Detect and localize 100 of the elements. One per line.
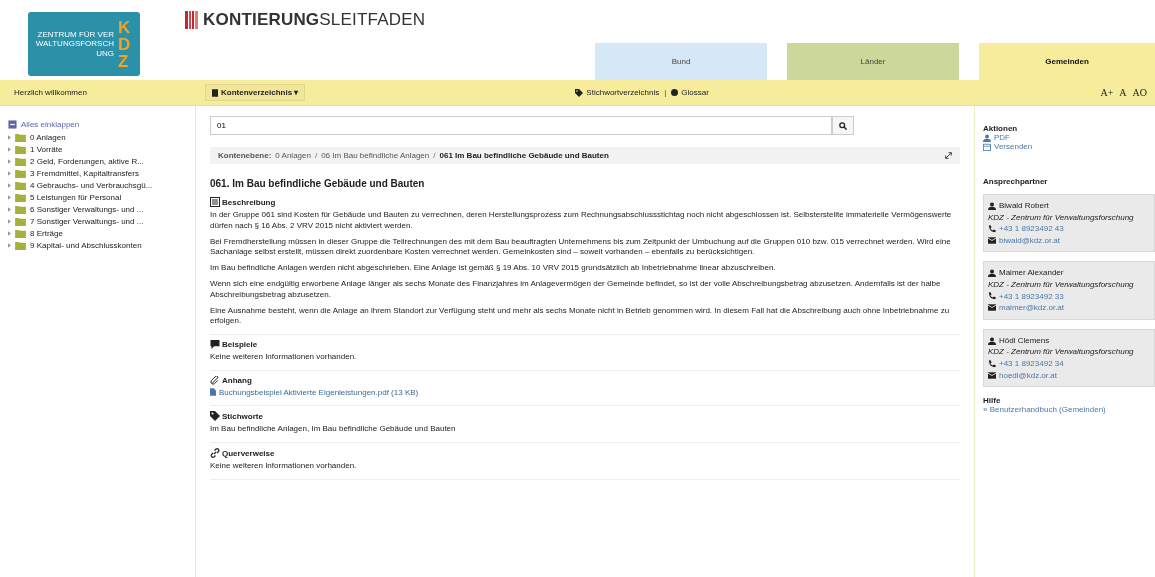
paragraph: In der Gruppe 061 sind Kosten für Gebäude und Bauten zu verrechnen, deren Herstellungsprozess zum Rechnungsabschlussstichtag noch nicht abgeschlossen ist. Selbsterstellte immaterielle Vermögenswerte dürfen nach § 16 Abs. 2 VRV 2015 nicht aktiviert werden. bbox=[210, 210, 953, 232]
organization-name: KDZ - Zentrum für Verwaltungsforschung bbox=[988, 346, 1135, 358]
speech-bubble-icon bbox=[210, 340, 220, 350]
expand-arrow-icon bbox=[8, 171, 11, 176]
phone-link[interactable]: +43 1 8923492 33 bbox=[999, 290, 1064, 303]
paragraph: Im Bau befindliche Anlagen werden nicht abgeschrieben. Eine Anlage ist gemäß § 19 Abs. 10 VRV 2015 grundsätzlich ab Inbetriebnahme linear abzuschreiben. bbox=[210, 263, 777, 274]
tag-icon bbox=[210, 411, 220, 422]
breadcrumb-item[interactable]: 06 Im Bau befindliche Anlagen bbox=[321, 151, 430, 160]
person-icon bbox=[988, 336, 996, 345]
search-field[interactable]: 01 bbox=[210, 116, 832, 135]
section-title: Beschreibung bbox=[222, 197, 276, 207]
search-button[interactable] bbox=[832, 116, 854, 135]
file-icon bbox=[210, 388, 216, 397]
envelope-icon bbox=[988, 237, 996, 245]
font-size-button[interactable]: A bbox=[1119, 87, 1127, 98]
expand-arrow-icon bbox=[8, 243, 11, 248]
expand-arrow-icon bbox=[8, 147, 11, 152]
tab[interactable]: Bund bbox=[595, 43, 767, 80]
breadcrumb-label: Kontenebene: bbox=[218, 151, 272, 160]
section-title: Ansprechpartner bbox=[983, 177, 1049, 186]
font-size-button[interactable]: A+ bbox=[1100, 87, 1114, 98]
paragraph: Bei Fremdherstellung müssen in dieser Gruppe die Teilrechnungen des mit dem Bau beauftragten Unternehmens bis zum Zeitpunkt der Umbuchung auf die Gruppen 010 bzw. 015 verrechnet werden. Wird eine Sachanlage selbst erstellt, müssen direkt zuordenbare Kosten verrechnet werden. Gemeinkosten sind – soweit vorhanden – ebenfalls zu berücksichtigen. bbox=[210, 236, 952, 259]
person-icon bbox=[988, 201, 996, 210]
tree-item[interactable]: 5 Leistungen für Personal bbox=[8, 192, 195, 203]
folder-icon bbox=[15, 169, 26, 178]
breadcrumb-item: 061 Im Bau befindliche Gebäude und Bauten bbox=[439, 151, 609, 160]
breadcrumb-separator: / bbox=[433, 151, 436, 160]
folder-icon bbox=[15, 229, 26, 238]
list-icon bbox=[210, 197, 220, 207]
site-title: KONTIERUNGSLEITFADEN bbox=[203, 10, 426, 30]
font-size-button[interactable]: AO bbox=[1132, 87, 1147, 98]
folder-icon bbox=[15, 217, 26, 226]
organization-name: KDZ - Zentrum für Verwaltungsforschung bbox=[988, 278, 1135, 291]
folder-icon bbox=[15, 193, 26, 202]
phone-icon bbox=[988, 292, 996, 301]
expand-icon bbox=[945, 152, 952, 159]
contact-name: Hödl Clemens bbox=[999, 334, 1050, 347]
expand-arrow-icon bbox=[8, 183, 11, 188]
expand-arrow-icon bbox=[8, 159, 11, 164]
expand-arrow-icon bbox=[8, 195, 11, 200]
calendar-icon bbox=[983, 142, 991, 151]
separator: | bbox=[664, 88, 667, 97]
paperclip-icon bbox=[210, 375, 220, 385]
tree-item[interactable]: 2 Geld, Forderungen, aktive R... bbox=[8, 156, 195, 167]
paragraph: Eine Ausnahme besteht, wenn die Anlage an ihrem Standort zur Verfügung steht und mehr als sechs Monate nicht in Betrieb genommen wird. In diesem Fall hat die Abschreibung auch ohne Inbetriebnahme zu erfolgen. bbox=[210, 305, 951, 328]
logo-caption: ZENTRUM FÜR VERWALTUNGSFORSCHUNG bbox=[34, 30, 114, 58]
tree-item[interactable]: 1 Vorräte bbox=[8, 144, 195, 155]
dot-icon bbox=[671, 89, 679, 96]
action-link[interactable]: Versenden bbox=[983, 142, 1155, 151]
tab[interactable]: Gemeinden bbox=[979, 43, 1155, 80]
tab[interactable]: Länder bbox=[787, 43, 959, 80]
envelope-icon bbox=[988, 371, 996, 379]
expand-arrow-icon bbox=[8, 219, 11, 224]
breadcrumb-item[interactable]: 0 Anlagen bbox=[275, 151, 311, 160]
email-link[interactable]: hoedl@kdz.or.at bbox=[999, 369, 1057, 382]
dropdown-button[interactable]: Kontenverzeichnis ▾ bbox=[205, 84, 306, 101]
toolbar-link[interactable]: Glossar bbox=[671, 88, 709, 97]
paragraph: Wenn sich eine endgültig erworbene Anlage länger als sechs Monate des Finanzjahres im Anlagevermögen der Gemeinde befindet, so ist der volle Abschreibungsbetrag abzusetzen. Andernfalls ist der halbe Abschreibungsbetrag abzusetzen. bbox=[210, 279, 942, 301]
contact-name: Maimer Alexander bbox=[999, 267, 1064, 279]
phone-icon bbox=[988, 225, 996, 233]
folder-icon bbox=[15, 133, 26, 142]
expand-arrow-icon bbox=[8, 135, 11, 140]
person-icon bbox=[983, 133, 991, 142]
expand-arrow-icon bbox=[8, 231, 11, 236]
folder-icon bbox=[15, 157, 26, 166]
help-link[interactable]: » Benutzerhandbuch (Gemeinden) bbox=[983, 405, 1155, 415]
tree-item[interactable]: 3 Fremdmittel, Kapitaltransfers bbox=[8, 168, 195, 179]
welcome-text: Herzlich willkommen bbox=[14, 88, 87, 97]
section-title: Aktionen bbox=[983, 124, 1019, 133]
envelope-icon bbox=[988, 304, 996, 312]
collapse-icon bbox=[8, 120, 17, 129]
file-link[interactable]: Buchungsbeispiel Aktivierte Eigenleistungen.pdf (13 KB) bbox=[210, 387, 419, 397]
action-link[interactable]: PDF bbox=[983, 133, 1155, 142]
book-icon bbox=[212, 88, 218, 97]
tree-item[interactable]: 0 Anlagen bbox=[8, 132, 195, 143]
section-title: Querverweise bbox=[222, 448, 275, 458]
tree-item[interactable]: 9 Kapital- und Abschlusskonten bbox=[8, 240, 195, 251]
page-heading: 061. Im Bau befindliche Gebäude und Bauten bbox=[210, 178, 426, 189]
person-icon bbox=[988, 269, 996, 278]
email-link[interactable]: biwald@kdz.or.at bbox=[999, 234, 1061, 247]
tree-item[interactable]: 6 Sonstiger Verwaltungs- und ... bbox=[8, 204, 195, 215]
phone-icon bbox=[988, 359, 996, 368]
tag-icon bbox=[575, 88, 584, 97]
bars-icon bbox=[185, 11, 199, 29]
folder-icon bbox=[15, 181, 26, 190]
search-icon bbox=[839, 121, 847, 130]
folder-icon bbox=[15, 241, 26, 250]
phone-link[interactable]: +43 1 8923492 34 bbox=[999, 357, 1064, 370]
tree-item[interactable]: 8 Erträge bbox=[8, 228, 195, 239]
tree-item[interactable]: 4 Gebrauchs- und Verbrauchsgü... bbox=[8, 180, 195, 191]
toolbar-link[interactable]: Stichwortverzeichnis bbox=[575, 88, 660, 97]
paragraph: Keine weiteren Informationen vorhanden. bbox=[210, 461, 358, 473]
tree-item[interactable]: 7 Sonstiger Verwaltungs- und ... bbox=[8, 216, 195, 227]
section-title: Anhang bbox=[222, 375, 252, 385]
contact-name: Biwald Robert bbox=[999, 200, 1049, 212]
logo-letters: KDZ bbox=[118, 18, 132, 70]
collapse-link[interactable]: Alles einklappen bbox=[8, 120, 195, 129]
link-icon bbox=[210, 448, 220, 459]
phone-link[interactable]: +43 1 8923492 43 bbox=[999, 223, 1064, 235]
email-link[interactable]: maimer@kdz.or.at bbox=[999, 302, 1065, 314]
